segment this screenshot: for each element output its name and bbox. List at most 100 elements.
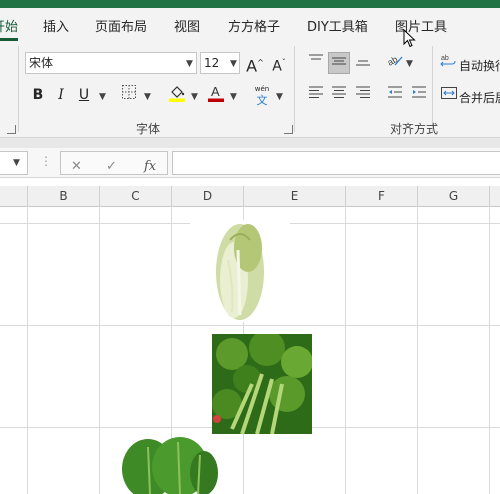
alignment-group-label: 对齐方式: [390, 122, 439, 136]
increase-indent-button[interactable]: [408, 84, 430, 106]
font-color-button[interactable]: A: [205, 84, 227, 106]
grid-row-line: [0, 325, 500, 326]
grow-font-button[interactable]: A^: [244, 52, 266, 76]
decrease-indent-button[interactable]: [384, 84, 406, 106]
grid-column-line: [27, 207, 28, 494]
underline-button[interactable]: U: [73, 84, 95, 106]
formula-input[interactable]: [172, 151, 500, 175]
grow-font-icon: A: [246, 56, 258, 76]
merge-center-icon: [438, 84, 460, 106]
tab-view[interactable]: 视图: [174, 16, 200, 35]
text-orientation-icon: ab: [386, 54, 403, 68]
choy-sum-picture[interactable]: [120, 437, 220, 494]
chevron-down-icon[interactable]: ▼: [13, 158, 20, 168]
font-dialog-launcher-icon[interactable]: [284, 125, 293, 134]
formula-bar: ▼ ⋮ ✕ ✓ fx: [0, 148, 500, 178]
chevron-down-icon[interactable]: ▼: [191, 92, 198, 102]
tab-fangfang-gezi[interactable]: 方方格子: [228, 16, 280, 35]
drag-handle-icon[interactable]: ⋮: [40, 154, 52, 168]
celery-image: [212, 330, 313, 435]
bold-button[interactable]: B: [27, 84, 49, 106]
italic-icon: I: [58, 87, 64, 103]
font-color-icon: A: [208, 84, 224, 102]
chevron-down-icon[interactable]: ▼: [186, 59, 193, 69]
wrap-text-button[interactable]: 自动换行: [459, 57, 500, 74]
choy-sum-image: [122, 437, 218, 494]
enter-checkmark-icon[interactable]: ✓: [106, 159, 117, 174]
insert-function-button[interactable]: fx: [144, 159, 156, 174]
worksheet-grid[interactable]: [0, 207, 500, 494]
shrink-font-button[interactable]: Aˇ: [268, 52, 290, 75]
cancel-icon[interactable]: ✕: [71, 159, 82, 174]
title-bar: [0, 0, 500, 8]
align-center-button[interactable]: [328, 84, 350, 106]
align-top-icon: [309, 54, 323, 60]
shrink-font-icon: A: [272, 58, 282, 75]
tab-diy-toolbox[interactable]: DIY工具箱: [307, 16, 368, 35]
chevron-down-icon[interactable]: ▼: [230, 59, 237, 69]
font-size-value: 12: [204, 56, 220, 70]
dialog-launcher-icon[interactable]: [7, 125, 16, 134]
mouse-pointer-icon: [403, 29, 416, 48]
font-name-combobox[interactable]: 宋体: [25, 52, 197, 74]
align-top-button[interactable]: [305, 52, 327, 74]
celery-picture[interactable]: [212, 330, 313, 435]
column-header-b[interactable]: B: [28, 186, 100, 207]
chevron-down-icon[interactable]: ▼: [406, 59, 413, 69]
increase-indent-icon: [412, 86, 426, 98]
fill-color-button[interactable]: [166, 84, 188, 106]
align-center-icon: [332, 86, 346, 98]
tab-insert[interactable]: 插入: [43, 16, 69, 35]
merge-center-button[interactable]: 合并后居中: [459, 89, 500, 106]
font-group-label: 字体: [136, 122, 161, 136]
chevron-down-icon[interactable]: ▼: [230, 92, 237, 102]
active-tab-indicator: [0, 38, 18, 41]
align-middle-button[interactable]: [328, 52, 350, 74]
italic-button[interactable]: I: [50, 84, 72, 106]
column-header-g[interactable]: G: [418, 186, 490, 207]
grid-column-line: [99, 207, 100, 494]
chevron-down-icon[interactable]: ▼: [144, 92, 151, 102]
align-bottom-button[interactable]: [352, 52, 374, 74]
column-header-f[interactable]: F: [346, 186, 418, 207]
svg-text:ab: ab: [441, 55, 449, 62]
bold-icon: B: [32, 87, 44, 103]
align-right-button[interactable]: [352, 84, 374, 106]
phonetic-guide-icon: 文: [256, 94, 268, 107]
borders-icon: [122, 85, 136, 99]
borders-button[interactable]: [118, 84, 140, 106]
column-header-a-partial[interactable]: [0, 186, 28, 207]
underline-icon: U: [78, 87, 90, 103]
formula-button-group: ✕ ✓ fx: [60, 151, 168, 175]
ribbon-bottom-band: [0, 138, 500, 148]
chinese-cabbage-picture[interactable]: [190, 220, 290, 322]
paint-bucket-icon: [169, 86, 185, 102]
ribbon: 宋体 ▼ 12 ▼ A^ Aˇ B I U ▼ ▼ ▼ A ▼ wén 文 ▼ …: [0, 42, 500, 138]
align-middle-icon: [332, 57, 346, 65]
grid-column-line: [345, 207, 346, 494]
decrease-indent-icon: [388, 86, 402, 98]
wrap-text-icon: ab: [438, 52, 460, 74]
chevron-down-icon[interactable]: ▼: [99, 92, 106, 102]
align-right-icon: [356, 86, 370, 98]
align-left-button[interactable]: [305, 84, 327, 106]
orientation-button[interactable]: ab: [384, 52, 406, 74]
svg-text:ab: ab: [386, 54, 399, 68]
align-left-icon: [309, 86, 323, 98]
chevron-down-icon[interactable]: ▼: [276, 92, 283, 102]
grid-column-line: [417, 207, 418, 494]
svg-text:A: A: [211, 84, 220, 99]
name-box[interactable]: ▼: [0, 151, 28, 175]
column-headers: B C D E F G: [0, 186, 500, 207]
font-name-value: 宋体: [29, 56, 54, 70]
column-header-d[interactable]: D: [172, 186, 244, 207]
phonetic-guide-button[interactable]: wén 文: [251, 84, 273, 106]
group-separator: [18, 46, 19, 132]
column-header-c[interactable]: C: [100, 186, 172, 207]
align-bottom-icon: [356, 60, 370, 66]
tab-page-layout[interactable]: 页面布局: [95, 16, 147, 35]
tab-home[interactable]: 开始: [0, 16, 18, 35]
chinese-cabbage-image: [216, 224, 264, 320]
group-separator: [294, 46, 295, 132]
column-header-e[interactable]: E: [244, 186, 346, 207]
